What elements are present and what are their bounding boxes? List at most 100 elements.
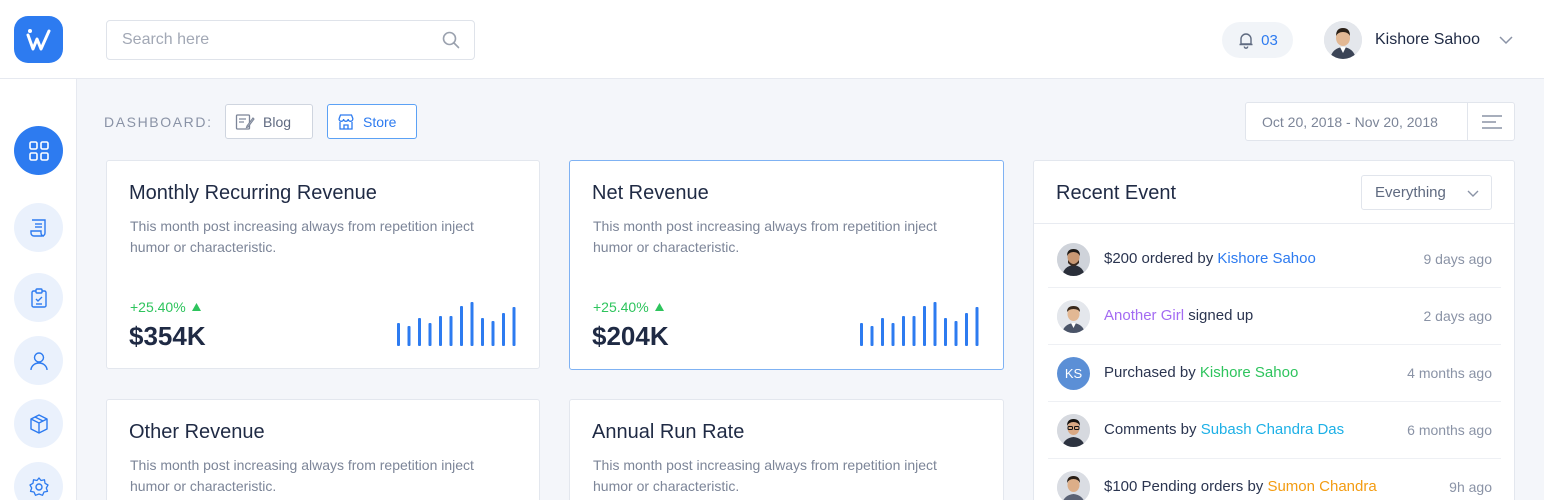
event-user-link[interactable]: Kishore Sahoo — [1200, 364, 1298, 381]
sparkline-bar — [418, 318, 421, 346]
sparkline-bar — [870, 326, 874, 346]
search-input[interactable] — [107, 21, 407, 59]
sparkline-chart — [397, 302, 516, 346]
event-text: Comments by Subash Chandra Das — [1104, 421, 1345, 438]
notification-count: 03 — [1261, 31, 1278, 49]
avatar — [1057, 471, 1090, 500]
sidebar — [0, 79, 77, 500]
card-other-revenue[interactable]: Other Revenue This month post increasing… — [106, 399, 540, 500]
sparkline-bar — [933, 302, 937, 346]
sparkline-bar — [502, 313, 505, 346]
event-text: $200 ordered by Kishore Sahoo — [1104, 250, 1316, 267]
event-text: $100 Pending orders by Sumon Chandra — [1104, 478, 1377, 495]
date-range-picker[interactable]: Oct 20, 2018 - Nov 20, 2018 — [1245, 102, 1515, 141]
event-item[interactable]: Another Girl signed up 2 days ago — [1048, 288, 1501, 345]
sparkline-chart — [860, 302, 979, 346]
card-monthly-recurring-revenue[interactable]: Monthly Recurring Revenue This month pos… — [106, 160, 540, 369]
card-title: Monthly Recurring Revenue — [129, 182, 377, 204]
growth-indicator: +25.40% — [130, 299, 201, 315]
avatar — [1057, 243, 1090, 276]
event-user-link[interactable]: Sumon Chandra — [1267, 478, 1376, 495]
blog-label: Blog — [263, 113, 292, 130]
arrow-up-icon — [191, 303, 201, 311]
sidebar-item-tasks[interactable] — [14, 273, 63, 322]
menu-icon[interactable] — [1482, 114, 1502, 130]
card-title: Other Revenue — [129, 421, 265, 443]
growth-indicator: +25.40% — [593, 299, 664, 315]
search-box — [106, 20, 475, 60]
event-item[interactable]: $100 Pending orders by Sumon Chandra 9h … — [1048, 459, 1501, 500]
event-user-link[interactable]: Kishore Sahoo — [1217, 250, 1315, 267]
store-label: Store — [363, 113, 397, 130]
user-name: Kishore Sahoo — [1375, 31, 1480, 48]
user-icon — [29, 351, 48, 370]
event-user-link[interactable]: Subash Chandra Das — [1201, 421, 1344, 438]
sidebar-item-dashboard[interactable] — [14, 126, 63, 175]
chevron-down-icon — [1467, 190, 1479, 197]
sparkline-bar — [512, 307, 516, 346]
divider — [1034, 223, 1514, 224]
sparkline-bar — [902, 316, 905, 346]
event-filter-select[interactable]: Everything — [1361, 175, 1492, 210]
event-time: 2 days ago — [1423, 308, 1493, 324]
event-text: Purchased by Kishore Sahoo — [1104, 364, 1299, 381]
blog-icon — [235, 113, 255, 130]
sparkline-bar — [954, 321, 958, 346]
sidebar-item-settings[interactable] — [14, 462, 63, 500]
sparkline-bar — [428, 323, 432, 346]
app-logo[interactable] — [14, 16, 63, 63]
avatar — [1324, 21, 1362, 59]
card-net-revenue[interactable]: Net Revenue This month post increasing a… — [569, 160, 1004, 370]
event-item[interactable]: Comments by Subash Chandra Das 6 months … — [1048, 402, 1501, 459]
grid-icon — [28, 140, 49, 161]
card-amount: $204K — [592, 321, 669, 351]
bell-icon — [1239, 33, 1253, 49]
avatar — [1057, 414, 1090, 447]
date-range-value: Oct 20, 2018 - Nov 20, 2018 — [1262, 114, 1438, 130]
card-description: This month post increasing always from r… — [130, 457, 474, 494]
chevron-down-icon — [1499, 36, 1513, 45]
sparkline-bar — [891, 323, 895, 346]
search-icon[interactable] — [442, 31, 460, 49]
growth-value: +25.40% — [130, 299, 186, 315]
event-item[interactable]: $200 ordered by Kishore Sahoo 9 days ago — [1048, 231, 1501, 288]
event-time: 4 months ago — [1407, 365, 1492, 381]
sparkline-bar — [975, 307, 979, 346]
card-annual-run-rate[interactable]: Annual Run Rate This month post increasi… — [569, 399, 1004, 500]
logo-icon — [26, 28, 50, 50]
card-amount: $354K — [129, 321, 206, 351]
sparkline-bar — [881, 318, 884, 346]
sparkline-bar — [860, 323, 863, 346]
event-time: 9h ago — [1449, 479, 1492, 495]
sparkline-bar — [491, 321, 495, 346]
sparkline-bar — [965, 313, 968, 346]
sidebar-item-products[interactable] — [14, 399, 63, 448]
user-menu[interactable]: Kishore Sahoo — [1324, 21, 1514, 59]
sidebar-item-users[interactable] — [14, 336, 63, 385]
card-title: Net Revenue — [592, 182, 709, 204]
filter-value: Everything — [1375, 184, 1446, 201]
card-description: This month post increasing always from r… — [593, 218, 937, 255]
sparkline-bar — [449, 316, 453, 346]
top-header: 03 Kishore Sahoo — [0, 0, 1544, 79]
card-title: Annual Run Rate — [592, 421, 745, 443]
sparkline-bar — [439, 316, 442, 346]
panel-title: Recent Event — [1056, 182, 1177, 204]
recent-event-panel: Recent Event Everything $200 ordered by … — [1033, 160, 1515, 500]
sparkline-bar — [407, 326, 411, 346]
event-user-link[interactable]: Another Girl — [1104, 307, 1184, 324]
sparkline-bar — [460, 306, 463, 346]
blog-button[interactable]: Blog — [225, 104, 313, 139]
arrow-up-icon — [654, 303, 664, 311]
event-text: Another Girl signed up — [1104, 307, 1254, 324]
sparkline-bar — [397, 323, 400, 346]
event-time: 9 days ago — [1423, 251, 1493, 267]
avatar — [1057, 300, 1090, 333]
dashboard-label: DASHBOARD: — [104, 114, 213, 130]
store-button[interactable]: Store — [327, 104, 417, 139]
sidebar-item-documents[interactable] — [14, 203, 63, 252]
notifications-button[interactable]: 03 — [1222, 22, 1293, 58]
card-description: This month post increasing always from r… — [130, 218, 474, 255]
event-item[interactable]: KS Purchased by Kishore Sahoo 4 months a… — [1048, 345, 1501, 402]
sparkline-bar — [470, 302, 474, 346]
